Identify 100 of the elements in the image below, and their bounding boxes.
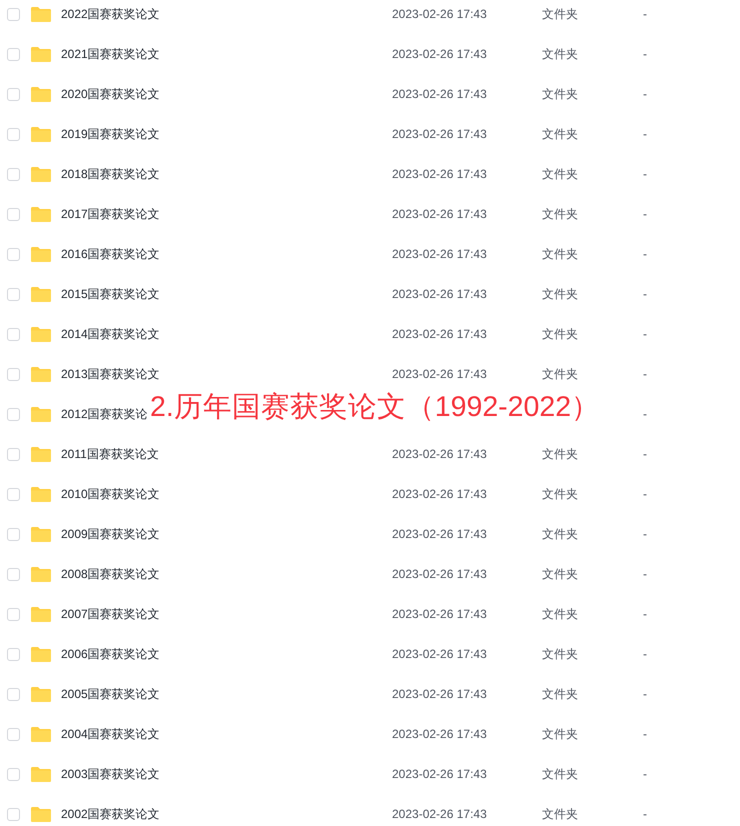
file-size: - (643, 766, 647, 783)
folder-name[interactable]: 2004国赛获奖论文 (61, 725, 160, 743)
file-size: - (643, 686, 647, 703)
file-size: - (643, 326, 647, 343)
folder-name[interactable]: 2002国赛获奖论文 (61, 805, 160, 823)
folder-name[interactable]: 2005国赛获奖论文 (61, 685, 160, 703)
folder-name[interactable]: 2016国赛获奖论文 (61, 245, 160, 263)
row-checkbox[interactable] (7, 728, 20, 740)
folder-name[interactable]: 2007国赛获奖论文 (61, 605, 160, 623)
row-checkbox[interactable] (7, 88, 20, 100)
file-type: 文件夹 (542, 606, 578, 623)
folder-icon (31, 766, 51, 782)
folder-icon (31, 806, 51, 822)
file-type: 文件夹 (542, 446, 578, 463)
folder-icon (31, 486, 51, 502)
row-checkbox[interactable] (7, 768, 20, 780)
folder-name[interactable]: 2017国赛获奖论文 (61, 205, 160, 223)
row-checkbox[interactable] (7, 288, 20, 300)
row-checkbox[interactable] (7, 528, 20, 540)
row-checkbox[interactable] (7, 48, 20, 60)
folder-name[interactable]: 2008国赛获奖论文 (61, 565, 160, 583)
row-checkbox[interactable] (7, 488, 20, 500)
file-type: 文件夹 (542, 526, 578, 543)
file-type: 文件夹 (542, 46, 578, 63)
file-size: - (643, 566, 647, 583)
row-checkbox[interactable] (7, 368, 20, 380)
folder-name[interactable]: 2014国赛获奖论文 (61, 325, 160, 343)
folder-name[interactable]: 2009国赛获奖论文 (61, 525, 160, 543)
folder-icon (31, 726, 51, 742)
row-checkbox[interactable] (7, 248, 20, 260)
row-checkbox[interactable] (7, 168, 20, 180)
modified-date: 2023-02-26 17:43 (392, 126, 487, 143)
folder-icon (31, 646, 51, 662)
modified-date: 2023-02-26 17:43 (392, 686, 487, 703)
file-size: - (643, 46, 647, 63)
file-type: 文件夹 (542, 6, 578, 23)
row-checkbox[interactable] (7, 328, 20, 340)
caption-text: 2.历年国赛获奖论文（1992-2022） (150, 390, 600, 425)
row-checkbox[interactable] (7, 688, 20, 700)
file-size: - (643, 806, 647, 823)
row-checkbox[interactable] (7, 128, 20, 140)
row-checkbox[interactable] (7, 808, 20, 820)
file-size: - (643, 726, 647, 743)
file-size: - (643, 246, 647, 263)
folder-icon (31, 6, 51, 22)
row-checkbox[interactable] (7, 448, 20, 460)
file-size: - (643, 406, 647, 423)
row-checkbox[interactable] (7, 408, 20, 420)
row-checkbox[interactable] (7, 8, 20, 20)
file-size: - (643, 526, 647, 543)
modified-date: 2023-02-26 17:43 (392, 166, 487, 183)
folder-name[interactable]: 2018国赛获奖论文 (61, 165, 160, 183)
file-size: - (643, 646, 647, 663)
folder-icon (31, 406, 51, 422)
folder-name[interactable]: 2012国赛获奖论 (61, 405, 148, 423)
file-type: 文件夹 (542, 206, 578, 223)
file-type: 文件夹 (542, 486, 578, 503)
folder-icon (31, 46, 51, 62)
folder-name[interactable]: 2006国赛获奖论文 (61, 645, 160, 663)
file-size: - (643, 366, 647, 383)
file-type: 文件夹 (542, 286, 578, 303)
folder-name[interactable]: 2011国赛获奖论文 (61, 445, 159, 463)
file-size: - (643, 126, 647, 143)
folder-name[interactable]: 2013国赛获奖论文 (61, 365, 160, 383)
file-type: 文件夹 (542, 646, 578, 663)
folder-name[interactable]: 2019国赛获奖论文 (61, 125, 160, 143)
modified-date: 2023-02-26 17:43 (392, 326, 487, 343)
folder-icon (31, 686, 51, 702)
file-type: 文件夹 (542, 366, 578, 383)
modified-date: 2023-02-26 17:43 (392, 606, 487, 623)
folder-icon (31, 126, 51, 142)
file-type: 文件夹 (542, 566, 578, 583)
file-size: - (643, 286, 647, 303)
file-type: 文件夹 (542, 326, 578, 343)
row-checkbox[interactable] (7, 208, 20, 220)
file-type: 文件夹 (542, 246, 578, 263)
row-checkbox[interactable] (7, 648, 20, 660)
folder-name[interactable]: 2022国赛获奖论文 (61, 5, 160, 23)
modified-date: 2023-02-26 17:43 (392, 206, 487, 223)
modified-date: 2023-02-26 17:43 (392, 46, 487, 63)
folder-name[interactable]: 2003国赛获奖论文 (61, 765, 160, 783)
row-checkbox[interactable] (7, 568, 20, 580)
folder-name[interactable]: 2010国赛获奖论文 (61, 485, 160, 503)
row-checkbox[interactable] (7, 608, 20, 620)
folder-name[interactable]: 2015国赛获奖论文 (61, 285, 160, 303)
modified-date: 2023-02-26 17:43 (392, 486, 487, 503)
folder-name[interactable]: 2021国赛获奖论文 (61, 45, 160, 63)
file-type: 文件夹 (542, 766, 578, 783)
file-type: 文件夹 (542, 166, 578, 183)
file-size: - (643, 606, 647, 623)
folder-icon (31, 366, 51, 382)
modified-date: 2023-02-26 17:43 (392, 246, 487, 263)
file-type: 文件夹 (542, 686, 578, 703)
modified-date: 2023-02-26 17:43 (392, 806, 487, 823)
folder-icon (31, 166, 51, 182)
modified-date: 2023-02-26 17:43 (392, 726, 487, 743)
file-type: 文件夹 (542, 126, 578, 143)
folder-icon (31, 326, 51, 342)
folder-icon (31, 446, 51, 462)
folder-name[interactable]: 2020国赛获奖论文 (61, 85, 160, 103)
